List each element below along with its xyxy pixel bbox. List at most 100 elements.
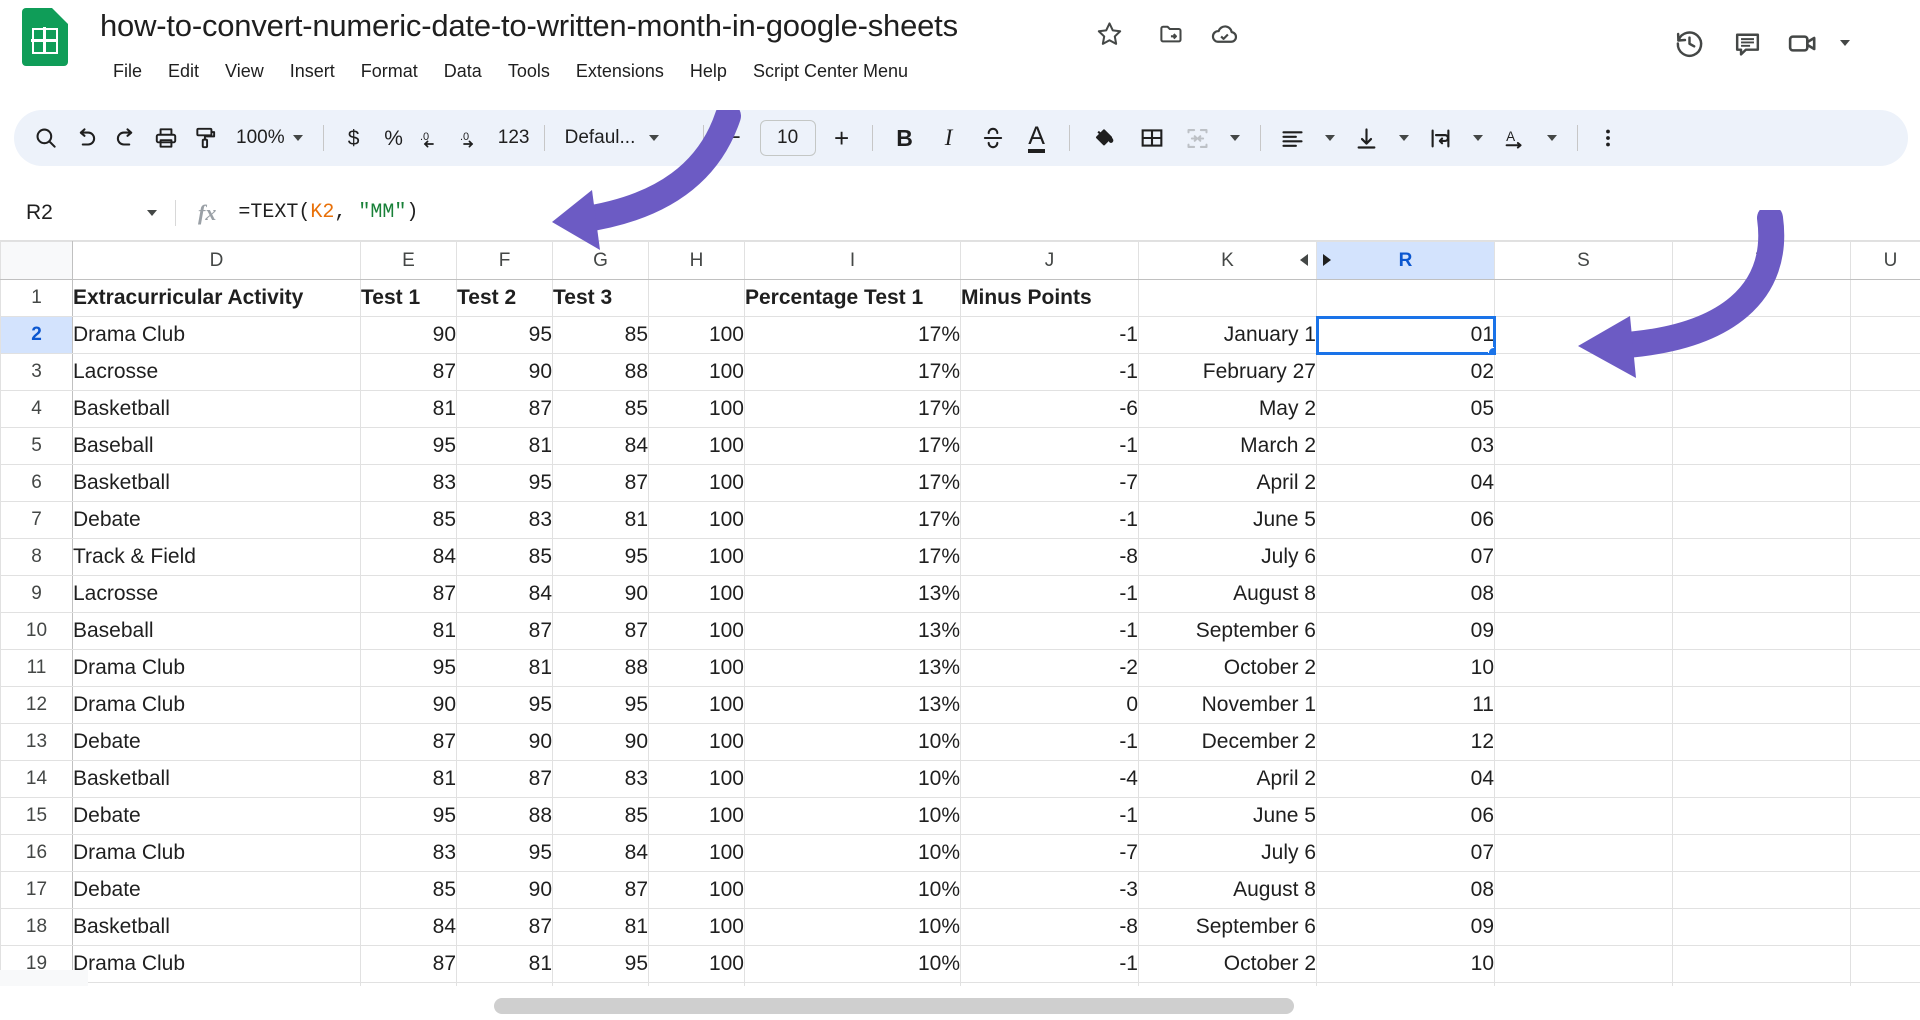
merge-cells-icon[interactable] xyxy=(1176,118,1220,158)
cell-g13[interactable]: 90 xyxy=(552,723,649,761)
cell-u2[interactable] xyxy=(1850,316,1920,354)
cell-e1[interactable]: Test 1 xyxy=(360,279,457,317)
menu-item-script-center-menu[interactable]: Script Center Menu xyxy=(740,58,921,85)
merge-cells-dropdown-icon[interactable] xyxy=(1220,118,1250,158)
cell-i9[interactable]: 13% xyxy=(744,575,961,613)
cell-i11[interactable]: 13% xyxy=(744,649,961,687)
cell-f12[interactable]: 95 xyxy=(456,686,553,724)
cell-r15[interactable]: 06 xyxy=(1316,797,1495,835)
cell-h15[interactable]: 100 xyxy=(648,797,745,835)
cell-d15[interactable]: Debate xyxy=(72,797,361,835)
cell-r16[interactable]: 07 xyxy=(1316,834,1495,872)
cell-u1[interactable] xyxy=(1850,279,1920,317)
cell-r10[interactable]: 09 xyxy=(1316,612,1495,650)
cell-f19[interactable]: 81 xyxy=(456,945,553,983)
cell-t14[interactable] xyxy=(1672,760,1851,798)
cell-d1[interactable]: Extracurricular Activity xyxy=(72,279,361,317)
cell-i2[interactable]: 17% xyxy=(744,316,961,354)
cell-i16[interactable]: 10% xyxy=(744,834,961,872)
cell-k17[interactable]: August 8 xyxy=(1138,871,1317,909)
cell-t17[interactable] xyxy=(1672,871,1851,909)
cell-d13[interactable]: Debate xyxy=(72,723,361,761)
cell-u11[interactable] xyxy=(1850,649,1920,687)
cell-e6[interactable]: 83 xyxy=(360,464,457,502)
row-header-3[interactable]: 3 xyxy=(0,353,73,391)
cell-i8[interactable]: 17% xyxy=(744,538,961,576)
cell-f14[interactable]: 87 xyxy=(456,760,553,798)
row-header-8[interactable]: 8 xyxy=(0,538,73,576)
cell-f10[interactable]: 87 xyxy=(456,612,553,650)
cell-s11[interactable] xyxy=(1494,649,1673,687)
cell-d4[interactable]: Basketball xyxy=(72,390,361,428)
cell-t9[interactable] xyxy=(1672,575,1851,613)
cell-f13[interactable]: 90 xyxy=(456,723,553,761)
cell-e12[interactable]: 90 xyxy=(360,686,457,724)
text-wrapping-icon[interactable] xyxy=(1419,118,1463,158)
row-header-11[interactable]: 11 xyxy=(0,649,73,687)
cell-d7[interactable]: Debate xyxy=(72,501,361,539)
cell-j15[interactable]: -1 xyxy=(960,797,1139,835)
cell-t2[interactable] xyxy=(1672,316,1851,354)
cell-d18[interactable]: Basketball xyxy=(72,908,361,946)
vertical-align-dropdown-icon[interactable] xyxy=(1389,118,1419,158)
cell-r19[interactable]: 10 xyxy=(1316,945,1495,983)
cell-s10[interactable] xyxy=(1494,612,1673,650)
spreadsheet-grid[interactable]: D E F G H I J K R S T U 1 Extracurricula… xyxy=(0,241,1920,1020)
menu-item-file[interactable]: File xyxy=(100,58,155,85)
cell-s18[interactable] xyxy=(1494,908,1673,946)
row-header-5[interactable]: 5 xyxy=(0,427,73,465)
cell-u5[interactable] xyxy=(1850,427,1920,465)
column-header-s[interactable]: S xyxy=(1494,241,1673,280)
cell-j19[interactable]: -1 xyxy=(960,945,1139,983)
cell-g9[interactable]: 90 xyxy=(552,575,649,613)
cell-s4[interactable] xyxy=(1494,390,1673,428)
zoom-selector[interactable]: 100% xyxy=(226,118,313,158)
cell-d16[interactable]: Drama Club xyxy=(72,834,361,872)
menu-item-view[interactable]: View xyxy=(212,58,277,85)
cell-s17[interactable] xyxy=(1494,871,1673,909)
cell-u12[interactable] xyxy=(1850,686,1920,724)
cell-t1[interactable] xyxy=(1672,279,1851,317)
cell-s2[interactable] xyxy=(1494,316,1673,354)
cell-k2[interactable]: January 1 xyxy=(1138,316,1317,354)
cell-h7[interactable]: 100 xyxy=(648,501,745,539)
cell-j3[interactable]: -1 xyxy=(960,353,1139,391)
document-title[interactable]: how-to-convert-numeric-date-to-written-m… xyxy=(100,8,958,44)
google-sheets-logo[interactable] xyxy=(22,8,68,66)
row-header-9[interactable]: 9 xyxy=(0,575,73,613)
cell-r14[interactable]: 04 xyxy=(1316,760,1495,798)
cloud-saved-icon[interactable] xyxy=(1210,20,1239,54)
column-header-k[interactable]: K xyxy=(1138,241,1317,280)
row-header-6[interactable]: 6 xyxy=(0,464,73,502)
name-box[interactable]: R2 xyxy=(0,201,175,225)
menu-item-format[interactable]: Format xyxy=(348,58,431,85)
cell-i6[interactable]: 17% xyxy=(744,464,961,502)
cell-i17[interactable]: 10% xyxy=(744,871,961,909)
column-header-d[interactable]: D xyxy=(72,241,361,280)
cell-d14[interactable]: Basketball xyxy=(72,760,361,798)
cell-g4[interactable]: 85 xyxy=(552,390,649,428)
text-wrapping-dropdown-icon[interactable] xyxy=(1463,118,1493,158)
search-icon[interactable] xyxy=(26,118,66,158)
cell-i5[interactable]: 17% xyxy=(744,427,961,465)
cell-f4[interactable]: 87 xyxy=(456,390,553,428)
cell-h17[interactable]: 100 xyxy=(648,871,745,909)
cell-d9[interactable]: Lacrosse xyxy=(72,575,361,613)
cell-e11[interactable]: 95 xyxy=(360,649,457,687)
cell-d11[interactable]: Drama Club xyxy=(72,649,361,687)
table-row[interactable]: 13 Debate 87 90 90 100 10% -1 December 2 12 xyxy=(0,723,1920,761)
cell-s14[interactable] xyxy=(1494,760,1673,798)
row-header-2[interactable]: 2 xyxy=(0,316,73,354)
cell-g6[interactable]: 87 xyxy=(552,464,649,502)
percent-format-button[interactable]: % xyxy=(374,118,414,158)
cell-k15[interactable]: June 5 xyxy=(1138,797,1317,835)
cell-d5[interactable]: Baseball xyxy=(72,427,361,465)
cell-r8[interactable]: 07 xyxy=(1316,538,1495,576)
cell-u14[interactable] xyxy=(1850,760,1920,798)
cell-g10[interactable]: 87 xyxy=(552,612,649,650)
table-row[interactable]: 9 Lacrosse 87 84 90 100 13% -1 August 8 08 xyxy=(0,575,1920,613)
version-history-icon[interactable] xyxy=(1660,20,1718,66)
cell-j2[interactable]: -1 xyxy=(960,316,1139,354)
cell-k16[interactable]: July 6 xyxy=(1138,834,1317,872)
cell-h12[interactable]: 100 xyxy=(648,686,745,724)
